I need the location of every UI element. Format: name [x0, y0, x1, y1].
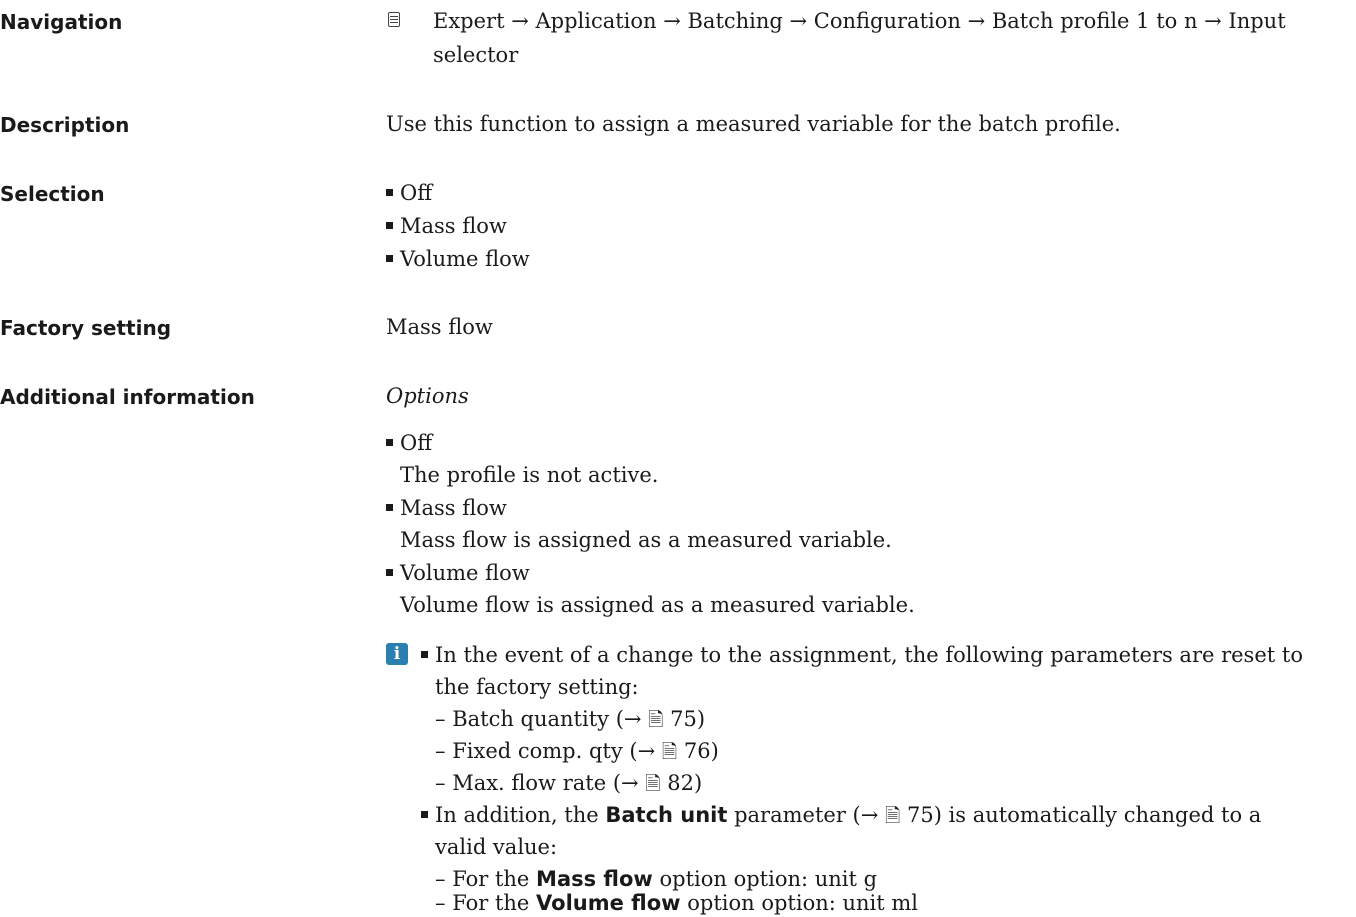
selection-option: Volume flow	[386, 245, 530, 273]
note-bullet2-line1: In addition, the Batch unit parameter (→…	[421, 801, 1261, 830]
param-item: – Batch quantity (→ 🗎 75)	[435, 707, 706, 731]
menu-icon	[388, 12, 400, 27]
additional-info-label: Additional information	[0, 385, 255, 409]
bullet-icon	[386, 189, 393, 196]
bullet-icon	[421, 811, 428, 818]
info-icon: i	[386, 643, 408, 665]
factory-setting-value: Mass flow	[386, 315, 493, 339]
navigation-path-line1: Expert → Application → Batching → Config…	[433, 9, 1286, 33]
option-desc: The profile is not active.	[400, 463, 659, 487]
selection-option: Off	[386, 179, 432, 207]
option-name: Volume flow	[386, 559, 530, 587]
option-name: Off	[386, 429, 432, 457]
page-ref-icon: 🗎	[648, 709, 664, 731]
bullet-icon	[386, 222, 393, 229]
unit-item: – For the Volume flow option option: uni…	[435, 891, 918, 915]
page-ref-icon: 🗎	[661, 741, 678, 763]
note-bullet1-line2: the factory setting:	[435, 675, 639, 699]
bullet-icon	[386, 569, 393, 576]
bullet-icon	[386, 255, 393, 262]
description-label: Description	[0, 113, 130, 137]
navigation-path-line2: selector	[433, 43, 519, 67]
factory-setting-label: Factory setting	[0, 316, 172, 340]
bullet-icon	[386, 504, 393, 511]
selection-label: Selection	[0, 182, 105, 206]
note-bullet1-line1: In the event of a change to the assignme…	[421, 641, 1303, 669]
options-heading: Options	[386, 384, 469, 408]
selection-option: Mass flow	[386, 212, 507, 240]
description-text: Use this function to assign a measured v…	[386, 112, 1121, 136]
option-desc: Mass flow is assigned as a measured vari…	[400, 528, 892, 552]
option-name: Mass flow	[386, 494, 507, 522]
note-bullet2-line2: valid value:	[435, 835, 558, 859]
page-ref-icon: 🗎	[885, 805, 901, 827]
navigation-label: Navigation	[0, 10, 123, 34]
param-item: – Fixed comp. qty (→ 🗎 76)	[435, 739, 719, 763]
option-desc: Volume flow is assigned as a measured va…	[400, 593, 915, 617]
page-ref-icon: 🗎	[645, 773, 661, 795]
bullet-icon	[421, 651, 428, 658]
bullet-icon	[386, 439, 393, 446]
param-item: – Max. flow rate (→ 🗎 82)	[435, 771, 703, 795]
